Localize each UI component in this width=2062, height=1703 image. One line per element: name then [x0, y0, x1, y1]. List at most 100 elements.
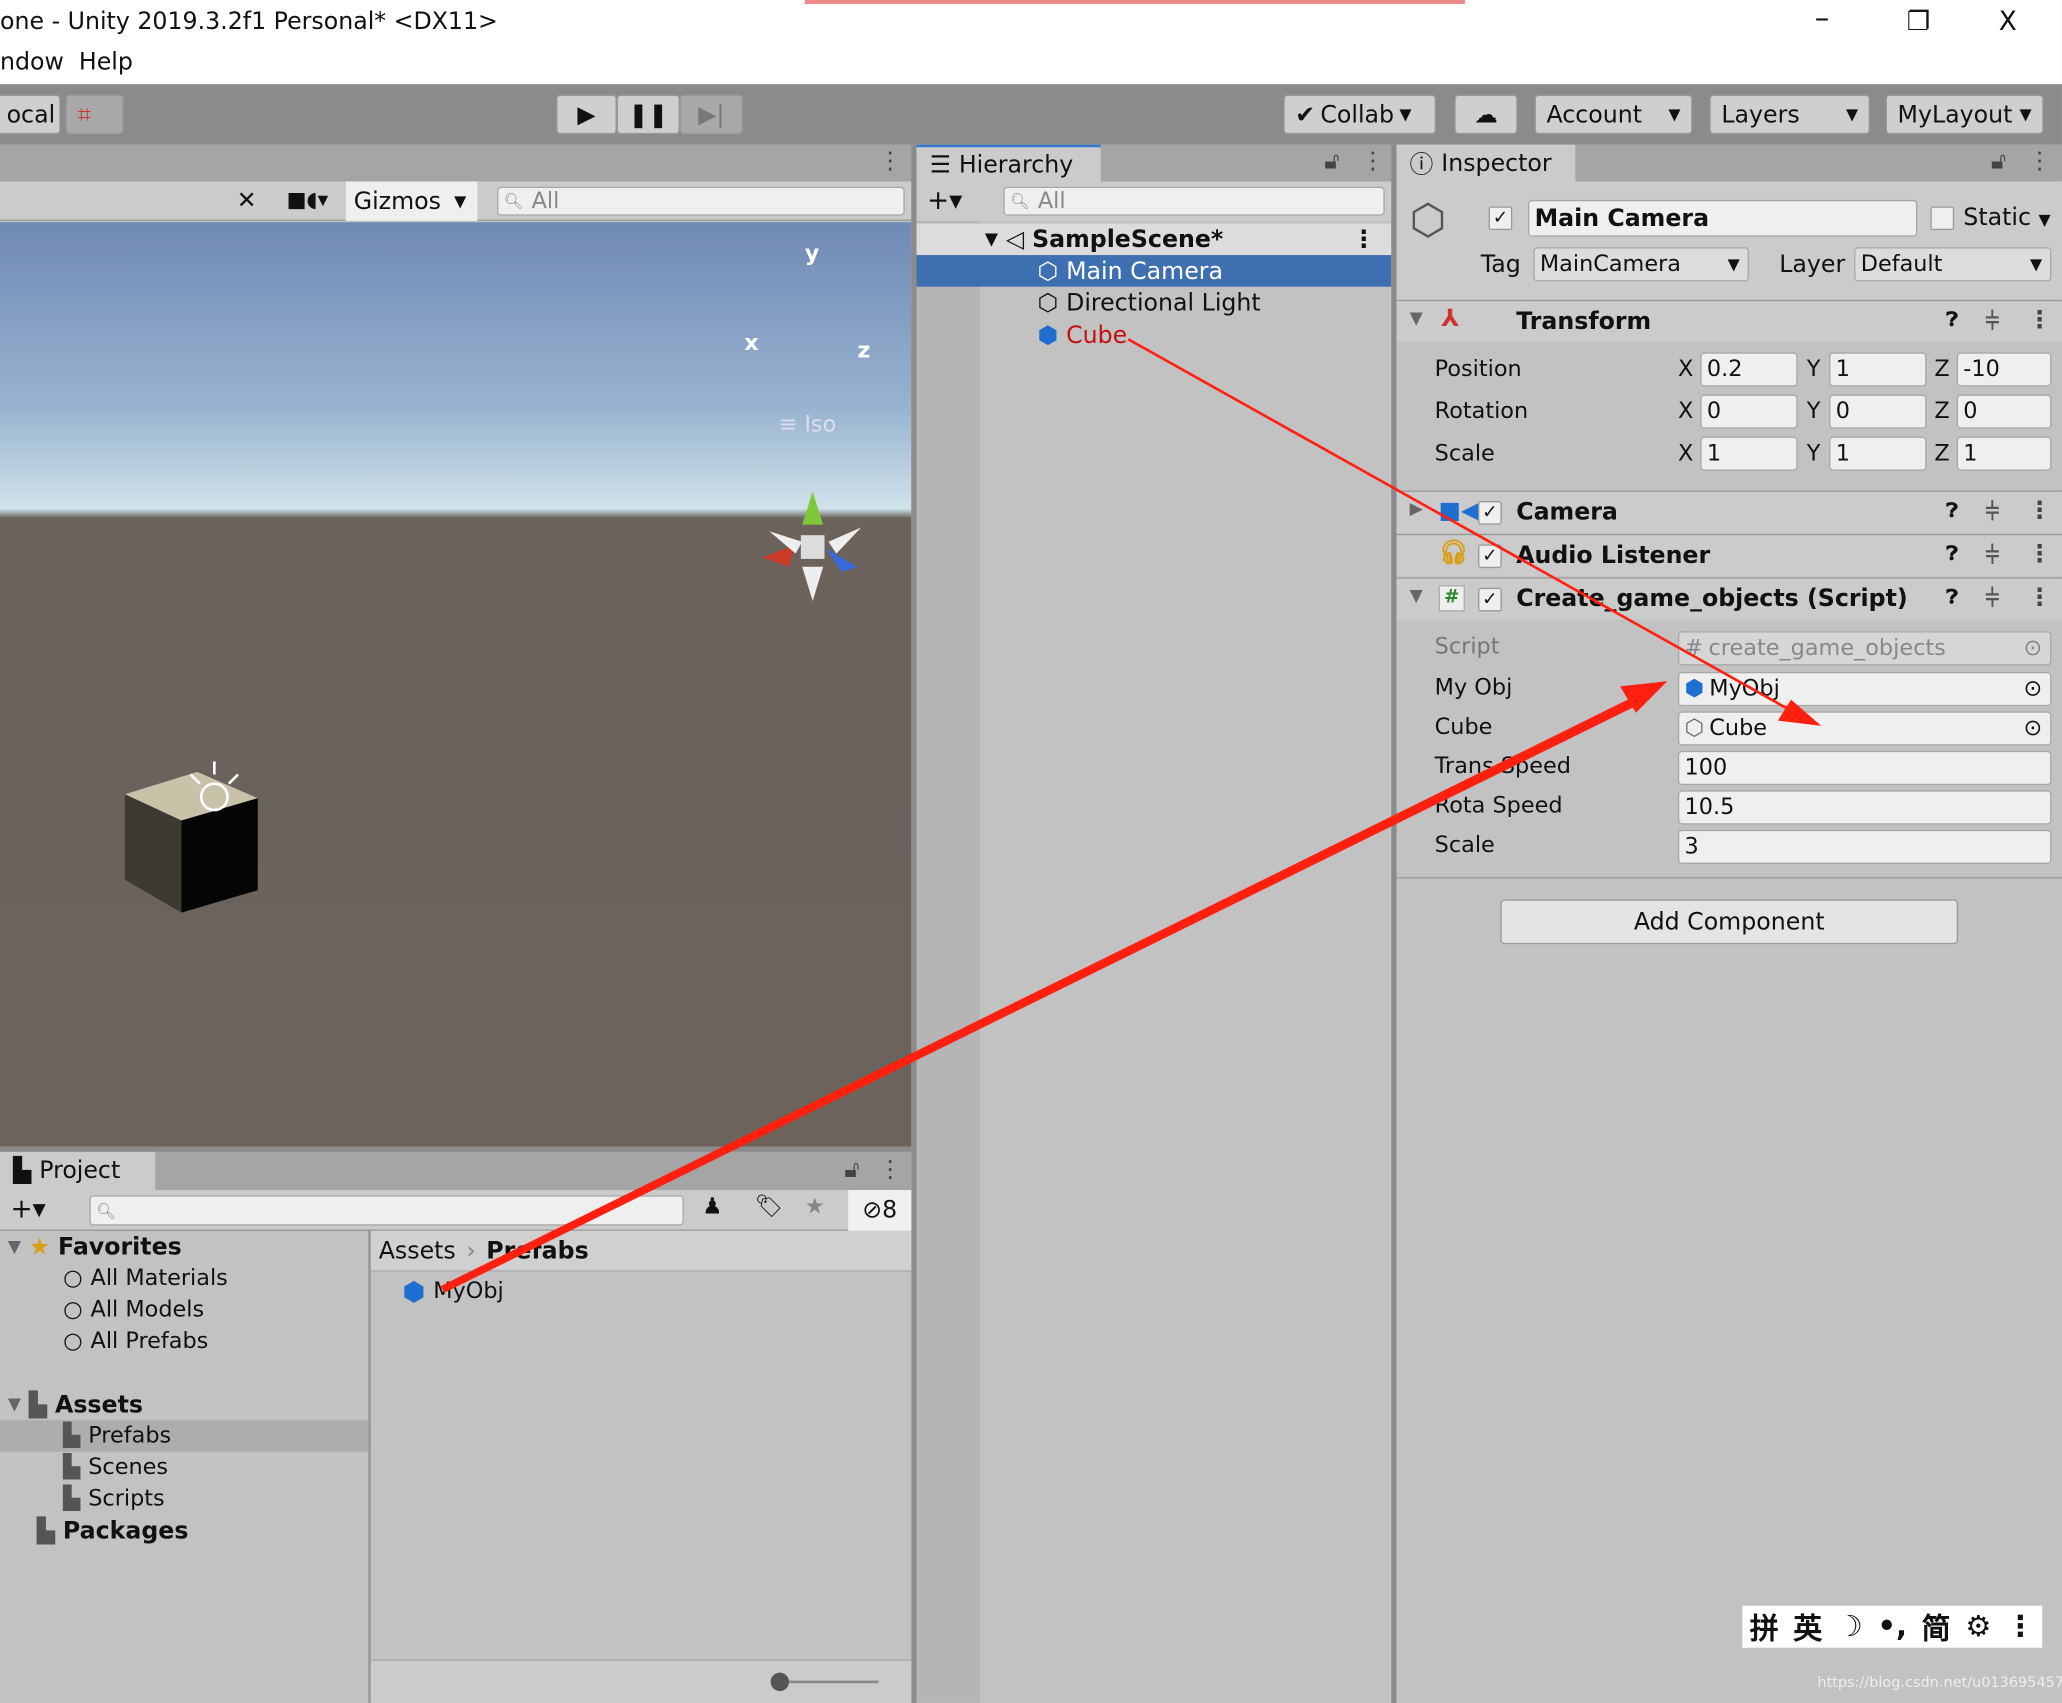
slider-handle[interactable] — [770, 1672, 790, 1692]
add-component-button[interactable]: Add Component — [1500, 899, 1959, 945]
presets-icon[interactable]: ⫩ — [1986, 308, 2000, 336]
tree-item-prefabs[interactable]: ▙ Prefabs — [0, 1420, 369, 1452]
transform-z-input[interactable]: 1 — [1956, 436, 2052, 471]
layers-dropdown[interactable]: Layers ▼ — [1709, 94, 1870, 135]
help-icon[interactable]: ❓︎ — [1946, 542, 1958, 566]
transform-z-input[interactable]: -10 — [1956, 352, 2052, 387]
restore-button[interactable]: ❐ — [1907, 5, 1931, 37]
transform-x-input[interactable]: 0 — [1700, 394, 1798, 429]
ime-button[interactable]: 英 — [1793, 1606, 1822, 1648]
help-icon[interactable]: ❓︎ — [1946, 585, 1958, 609]
ime-toolbar[interactable]: 拼英 ☽ •, 简 ⚙ ⋮ — [1742, 1605, 2043, 1648]
icon-size-slider[interactable] — [778, 1680, 879, 1684]
presets-icon[interactable]: ⫩ — [1986, 542, 2000, 570]
project-search-input[interactable]: 🔍︎ — [89, 1195, 684, 1226]
audio-listener-header[interactable]: 🎧︎ ✓ Audio Listener ❓︎ ⫩ ⋮ — [1396, 533, 2062, 576]
add-button[interactable]: +▾ — [11, 1193, 46, 1225]
static-dropdown[interactable]: Static ▼ — [1963, 204, 2050, 232]
lock-icon[interactable]: 🔓︎ — [844, 1156, 859, 1184]
scene-search-input[interactable]: 🔍︎ All — [497, 186, 905, 216]
gizmos-dropdown[interactable]: Gizmos ▼ — [345, 181, 478, 221]
tab-inspector[interactable]: ⓘ Inspector — [1396, 144, 1576, 182]
ime-button[interactable]: 拼 — [1750, 1606, 1779, 1648]
tools-icon[interactable]: ✕ — [237, 187, 257, 215]
more-icon[interactable]: ⋮ — [2028, 147, 2052, 175]
lock-icon[interactable]: 🔓︎ — [1991, 147, 2006, 175]
cloud-button[interactable]: ☁ — [1454, 94, 1518, 135]
ime-button[interactable]: 简 — [1922, 1606, 1951, 1648]
close-button[interactable]: X — [1999, 5, 2017, 37]
help-icon[interactable]: ❓︎ — [1946, 498, 1958, 522]
more-icon[interactable]: ⋮ — [2028, 306, 2052, 334]
tree-item-all-prefabs[interactable]: ○ All Prefabs — [0, 1326, 368, 1358]
ime-button[interactable]: ☽ — [1837, 1610, 1863, 1643]
tab-hierarchy[interactable]: ☰ Hierarchy — [916, 144, 1101, 182]
tree-item-packages[interactable]: ▙ Packages — [0, 1515, 368, 1547]
transform-y-input[interactable]: 1 — [1829, 436, 1927, 471]
presets-icon[interactable]: ⫩ — [1986, 498, 2000, 526]
more-icon[interactable]: ⋮ — [2028, 584, 2052, 612]
breadcrumb-assets[interactable]: Assets — [379, 1237, 456, 1265]
tree-item-all-models[interactable]: ○ All Models — [0, 1294, 368, 1326]
hierarchy-item-main-camera[interactable]: ⬡ Main Camera — [916, 255, 1392, 287]
layout-dropdown[interactable]: MyLayout ▼ — [1885, 94, 2044, 135]
more-icon[interactable]: ⋮ — [878, 147, 902, 175]
tree-item-scripts[interactable]: ▙ Scripts — [0, 1483, 368, 1515]
transform-y-input[interactable]: 1 — [1829, 352, 1927, 387]
transform-x-input[interactable]: 1 — [1700, 436, 1798, 471]
iso-label[interactable]: ≡ Iso — [778, 412, 836, 438]
scene-viewport[interactable]: y x z ≡ Iso — [0, 222, 912, 1147]
tree-item-scenes[interactable]: ▙ Scenes — [0, 1452, 368, 1484]
hierarchy-item-cube[interactable]: ⬢ Cube — [917, 320, 1392, 352]
hidden-packages-toggle[interactable]: ⊘ 8 — [848, 1190, 912, 1231]
static-checkbox[interactable] — [1930, 206, 1955, 231]
menu-window[interactable]: ndow — [0, 49, 64, 77]
hierarchy-search-input[interactable]: 🔍︎ All — [1003, 186, 1385, 216]
object-picker-icon[interactable]: ⊙ — [2023, 715, 2042, 741]
more-icon[interactable]: ⋮ — [1352, 226, 1376, 254]
object-name-input[interactable]: Main Camera — [1528, 199, 1918, 237]
lock-icon[interactable]: 🔓︎ — [1324, 147, 1339, 175]
tab-project[interactable]: ▙ Project — [0, 1151, 156, 1191]
asset-item-myobj[interactable]: ⬢ MyObj — [371, 1276, 911, 1308]
play-button[interactable]: ▶ — [556, 94, 617, 135]
transform-z-input[interactable]: 0 — [1956, 394, 2052, 429]
gameobject-icon[interactable]: ⬡ — [1410, 195, 1447, 245]
enabled-checkbox[interactable]: ✓ — [1478, 501, 1502, 525]
minimize-button[interactable]: – — [1815, 3, 1829, 36]
scale-input[interactable]: 3 — [1677, 829, 2052, 864]
filter-by-label-icon[interactable]: 🏷︎ — [755, 1194, 783, 1220]
menu-help[interactable]: Help — [79, 49, 133, 77]
enabled-checkbox[interactable]: ✓ — [1478, 587, 1502, 612]
tree-item-favorites[interactable]: ▼ ★ Favorites — [0, 1231, 368, 1263]
cube-field[interactable]: ⬡ Cube ⊙ — [1677, 711, 2052, 746]
tree-item-all-materials[interactable]: ○ All Materials — [0, 1262, 368, 1294]
ime-button[interactable]: ⚙ — [1965, 1610, 1991, 1643]
ime-button[interactable]: •, — [1877, 1610, 1906, 1643]
favorite-star-icon[interactable]: ★ — [805, 1194, 825, 1220]
camera-header[interactable]: ▶ ■◀ ✓ Camera ❓︎ ⫩ ⋮ — [1396, 490, 2062, 533]
help-icon[interactable]: ❓︎ — [1946, 308, 1958, 332]
more-icon[interactable]: ⋮ — [1361, 147, 1385, 175]
transform-x-input[interactable]: 0.2 — [1700, 352, 1798, 387]
transform-header[interactable]: ▼ ⅄ Transform ❓︎ ⫩ ⋮ — [1396, 299, 2062, 342]
myobj-field[interactable]: ⬢ MyObj ⊙ — [1677, 671, 2052, 707]
tree-item-assets[interactable]: ▼ ▙ Assets — [0, 1389, 368, 1421]
step-button[interactable]: ▶| — [679, 94, 743, 135]
active-checkbox[interactable]: ✓ — [1488, 206, 1513, 231]
tag-dropdown[interactable]: MainCamera ▼ — [1533, 247, 1749, 282]
pause-button[interactable]: ❚❚ — [616, 94, 680, 135]
enabled-checkbox[interactable]: ✓ — [1478, 544, 1502, 569]
ime-button[interactable]: ⋮ — [2006, 1610, 2035, 1643]
layer-dropdown[interactable]: Default ▼ — [1854, 247, 2052, 282]
add-button[interactable]: +▾ — [927, 184, 962, 216]
hierarchy-item-directional-light[interactable]: ⬡ Directional Light — [917, 287, 1392, 319]
trans-speed-input[interactable]: 100 — [1677, 750, 2052, 786]
camera-icon[interactable]: ■◖▾ — [287, 187, 329, 212]
account-dropdown[interactable]: Account ▼ — [1534, 94, 1693, 135]
more-icon[interactable]: ⋮ — [2028, 540, 2052, 568]
presets-icon[interactable]: ⫩ — [1986, 585, 2000, 613]
rota-speed-input[interactable]: 10.5 — [1677, 790, 2052, 825]
pivot-local-button[interactable]: ocal — [0, 94, 61, 135]
script-component-header[interactable]: ▼ # ✓ Create_game_objects (Script) ❓︎ ⫩ ⋮ — [1396, 577, 2062, 620]
